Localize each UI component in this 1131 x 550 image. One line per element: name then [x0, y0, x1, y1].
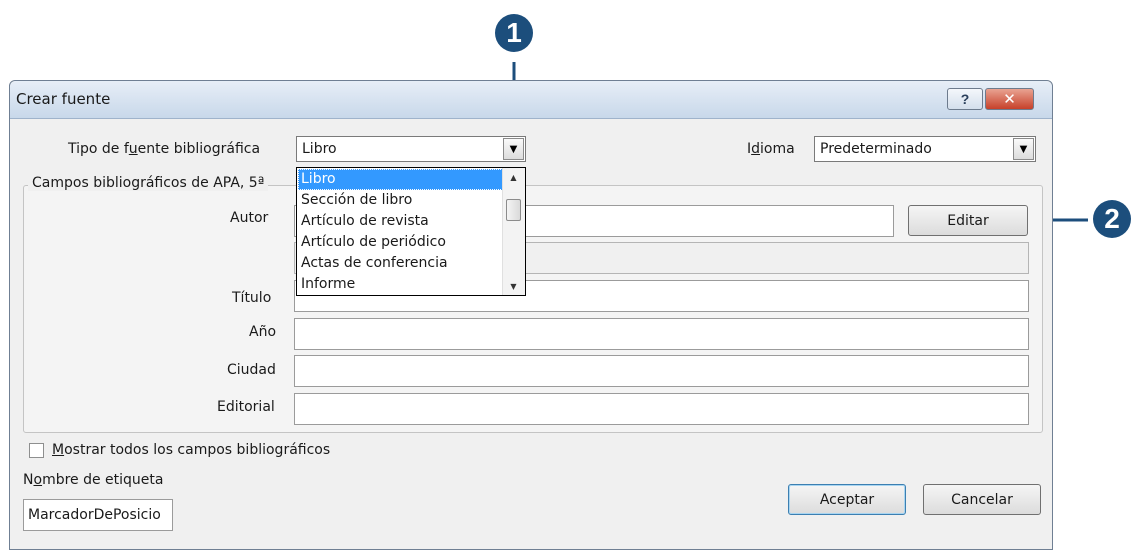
- language-value: Predeterminado: [820, 141, 932, 157]
- tag-name-label-part: mbre de etiqueta: [42, 472, 164, 488]
- language-label-accel: d: [751, 141, 761, 157]
- dropdown-option[interactable]: Artículo de periódico: [298, 232, 503, 253]
- city-input[interactable]: [294, 355, 1029, 387]
- create-source-dialog: Crear fuente ? ✕ Tipo de fuente bibliogr…: [9, 80, 1053, 550]
- title-label: Título: [232, 290, 272, 306]
- scroll-up-icon[interactable]: ▲: [503, 168, 524, 186]
- publisher-input[interactable]: [294, 393, 1029, 425]
- help-icon: ?: [960, 91, 970, 107]
- title-bar: Crear fuente ? ✕: [10, 81, 1052, 119]
- dropdown-option[interactable]: Libro: [298, 169, 503, 190]
- dropdown-option[interactable]: Sección de libro: [298, 190, 503, 211]
- tag-name-value: MarcadorDePosicio: [28, 507, 161, 523]
- ok-button[interactable]: Aceptar: [788, 484, 906, 515]
- show-all-text: ostrar todos los campos bibliográficos: [64, 442, 331, 458]
- language-select[interactable]: Predeterminado ▼: [814, 136, 1036, 162]
- close-button[interactable]: ✕: [985, 88, 1034, 110]
- dropdown-scrollbar[interactable]: ▲ ▼: [502, 168, 525, 295]
- city-label: Ciudad: [227, 362, 276, 378]
- cancel-button[interactable]: Cancelar: [923, 484, 1041, 515]
- show-all-fields-checkbox[interactable]: [29, 443, 44, 458]
- publisher-label: Editorial: [217, 399, 275, 415]
- dropdown-option[interactable]: Informe: [298, 274, 503, 295]
- tag-name-label-accel: o: [33, 472, 43, 488]
- close-icon: ✕: [1003, 90, 1016, 108]
- scroll-down-icon[interactable]: ▼: [503, 277, 524, 295]
- show-all-fields-label[interactable]: Mostrar todos los campos bibliográficos: [52, 442, 330, 458]
- author-label: Autor: [230, 210, 269, 226]
- year-input[interactable]: [294, 318, 1029, 350]
- scroll-thumb[interactable]: [506, 199, 521, 221]
- group-legend: Campos bibliográficos de APA, 5ª: [28, 175, 269, 191]
- help-button[interactable]: ?: [947, 88, 983, 110]
- source-type-label-part: Tipo de f: [68, 141, 129, 157]
- source-type-label-accel: u: [128, 141, 138, 157]
- dropdown-option[interactable]: Actas de conferencia: [298, 253, 503, 274]
- year-label: Año: [249, 324, 277, 340]
- language-label-part: ioma: [760, 141, 795, 157]
- source-type-select[interactable]: Libro ▼: [296, 136, 526, 162]
- tag-name-label: Nombre de etiqueta: [23, 472, 163, 488]
- chevron-down-icon[interactable]: ▼: [503, 138, 524, 160]
- source-type-label: Tipo de fuente bibliográfica: [68, 141, 260, 157]
- source-type-label-part: ente bibliográfica: [137, 141, 261, 157]
- tag-name-input[interactable]: MarcadorDePosicio: [23, 499, 173, 531]
- callout-one-badge: 1: [495, 14, 533, 52]
- tag-name-label-part: N: [23, 472, 34, 488]
- callout-two-badge: 2: [1093, 200, 1131, 238]
- source-type-dropdown-list: Libro Sección de libro Artículo de revis…: [296, 167, 526, 296]
- callout-one-text: 1: [506, 17, 522, 48]
- edit-author-button[interactable]: Editar: [908, 205, 1028, 236]
- callout-two-text: 2: [1104, 203, 1120, 234]
- source-type-value: Libro: [302, 141, 337, 157]
- show-all-accel: M: [52, 442, 65, 458]
- chevron-down-icon[interactable]: ▼: [1013, 138, 1034, 160]
- dropdown-option[interactable]: Artículo de revista: [298, 211, 503, 232]
- language-label: Idioma: [747, 141, 795, 157]
- dialog-title: Crear fuente: [16, 90, 111, 108]
